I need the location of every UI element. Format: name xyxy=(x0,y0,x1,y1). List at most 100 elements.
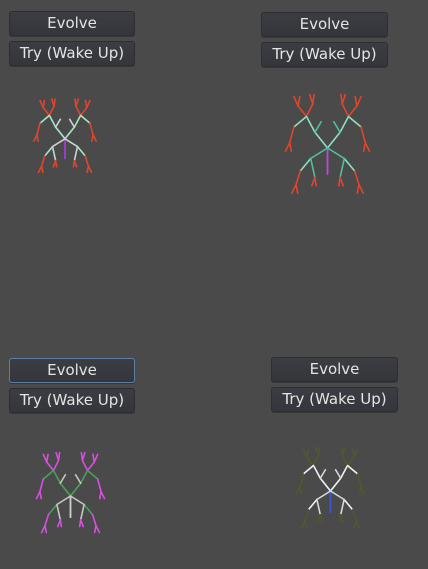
creature-limb xyxy=(86,165,90,174)
creature-limb xyxy=(338,514,342,523)
creature-limb xyxy=(56,503,62,521)
creature-limb xyxy=(334,468,342,480)
creature-limb xyxy=(319,477,332,492)
evolve-button[interactable]: Evolve xyxy=(9,11,135,36)
creature-limb xyxy=(44,513,50,527)
app-window: Evolve Try (Wake Up) Evolve Try (Wake Up… xyxy=(0,0,428,569)
creature-limb xyxy=(341,103,350,118)
creature-limb xyxy=(356,183,360,194)
creature-limb xyxy=(52,469,62,485)
creature-limb xyxy=(288,141,293,152)
creature-limb xyxy=(84,99,88,109)
creature-limb xyxy=(74,473,82,485)
creature-limb xyxy=(326,131,341,149)
creature-limb xyxy=(73,114,82,128)
creature-limb xyxy=(312,464,322,480)
evolve-button[interactable]: Evolve xyxy=(261,12,388,37)
creature-limb xyxy=(72,159,76,168)
creature-limb xyxy=(305,456,315,467)
creature-limb xyxy=(314,176,317,187)
try-wake-up-button[interactable]: Try (Wake Up) xyxy=(261,42,388,67)
creature-limb xyxy=(358,183,364,194)
creature-limb xyxy=(59,519,63,528)
creature-limb xyxy=(309,157,316,179)
try-wake-up-button[interactable]: Try (Wake Up) xyxy=(271,387,398,412)
evolve-button[interactable]: Evolve xyxy=(9,358,135,383)
creature-limb xyxy=(89,122,94,136)
creature-limb xyxy=(339,157,346,179)
creature-limb xyxy=(73,145,79,162)
creature-limb xyxy=(314,131,329,149)
creature-limb xyxy=(354,170,360,186)
creature-limb xyxy=(311,93,315,105)
creature-limb xyxy=(91,513,97,527)
creature-limb xyxy=(293,115,308,128)
creature-limb xyxy=(317,446,321,457)
creature-limb xyxy=(304,508,310,522)
creature-limb xyxy=(42,99,46,109)
creature-limb xyxy=(42,106,51,117)
creature-limb xyxy=(356,473,362,488)
creature-limb xyxy=(39,490,43,500)
creature-limb xyxy=(79,114,91,125)
creature-limb xyxy=(284,141,291,152)
creature-bottom-right xyxy=(295,446,366,529)
creature-limb xyxy=(299,473,305,488)
creature-limb xyxy=(59,482,72,497)
creature-limb xyxy=(39,114,51,125)
creature-limb xyxy=(57,451,61,462)
creature-limb xyxy=(79,469,89,485)
creature-limb xyxy=(54,159,58,168)
creature-limb xyxy=(326,147,346,160)
creature-limb xyxy=(304,519,308,529)
creature-limb xyxy=(64,126,76,140)
try-wake-up-button[interactable]: Try (Wake Up) xyxy=(9,388,135,413)
creature-limb xyxy=(351,508,357,522)
creature-limb xyxy=(293,95,299,107)
creature-limb xyxy=(339,498,345,516)
creature-limb xyxy=(69,495,85,506)
creature-limb xyxy=(340,93,344,105)
creature-limb xyxy=(297,95,301,107)
creature-limb xyxy=(305,115,316,134)
creature-limb xyxy=(80,451,84,462)
creature-limb xyxy=(42,469,55,480)
creature-limb xyxy=(74,98,77,107)
creature-limb xyxy=(347,105,358,118)
creature-limb xyxy=(340,446,344,457)
creature-limb xyxy=(86,461,96,472)
creature-limb xyxy=(352,448,356,458)
creature-limb xyxy=(59,473,67,485)
creature-limb xyxy=(360,126,367,144)
creature-limb xyxy=(339,464,349,480)
creature-limb xyxy=(51,145,57,162)
creature-limb xyxy=(329,477,342,492)
creature-limb xyxy=(40,165,44,174)
creature-limb xyxy=(332,120,341,134)
creature-limb xyxy=(316,490,332,501)
creature-limb xyxy=(346,464,359,475)
creature-limb xyxy=(307,498,318,511)
creature-limb xyxy=(93,524,97,534)
creature-limb xyxy=(288,126,295,144)
creature-limb xyxy=(54,126,66,140)
creature-limb xyxy=(96,478,102,493)
creature-limb xyxy=(364,141,371,152)
creature-limb xyxy=(346,456,356,467)
creature-limb xyxy=(319,514,323,523)
creature-limb xyxy=(79,503,85,521)
creature-limb xyxy=(339,115,350,134)
creature-limb xyxy=(47,503,58,516)
creature-limb xyxy=(36,134,39,142)
creature-limb xyxy=(291,183,297,194)
creature-limb xyxy=(78,519,82,528)
creature-limb xyxy=(362,141,367,152)
creature-limb xyxy=(53,98,56,107)
creature-limb xyxy=(354,95,358,107)
try-wake-up-button[interactable]: Try (Wake Up) xyxy=(9,41,135,66)
creature-limb xyxy=(40,155,46,167)
creature-limb xyxy=(319,468,327,480)
creature-limb xyxy=(54,118,62,128)
creature-limb xyxy=(45,453,49,463)
evolve-button[interactable]: Evolve xyxy=(271,357,398,382)
